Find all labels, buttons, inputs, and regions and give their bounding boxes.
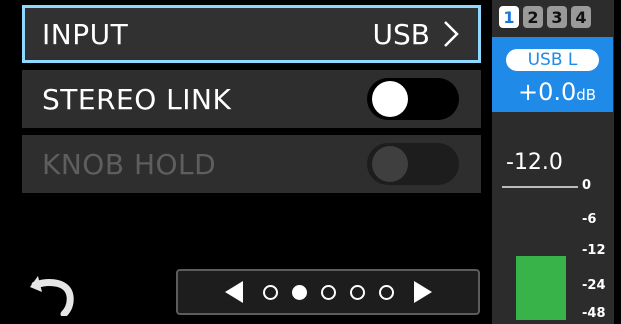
toggle-knob xyxy=(372,81,408,117)
page-dot xyxy=(349,284,365,300)
meter-tick-label: -24 xyxy=(582,278,606,293)
level-bar xyxy=(516,256,566,320)
input-row[interactable]: INPUT USB xyxy=(22,5,481,63)
knob-hold-row: KNOB HOLD xyxy=(22,135,481,193)
channel-button[interactable]: 4 xyxy=(571,6,591,28)
input-label: INPUT xyxy=(42,17,129,51)
page-dot xyxy=(262,284,278,300)
knob-hold-toggle xyxy=(367,143,459,185)
channel-meter-panel: 1234 USB L +0.0dB -12.0 0 -6 -12 -24 -48 xyxy=(492,0,614,324)
meter-tick-label: -12 xyxy=(582,243,606,258)
back-arrow-icon[interactable] xyxy=(28,270,80,316)
source-tag: USB L xyxy=(506,49,599,71)
channel-button[interactable]: 2 xyxy=(523,6,543,28)
meter-tick-label: -48 xyxy=(582,306,606,321)
page-dot xyxy=(378,284,394,300)
channel-info-box: USB L +0.0dB xyxy=(492,37,613,112)
input-value-group: USB xyxy=(373,8,460,60)
page-dot xyxy=(291,284,307,300)
page-dot xyxy=(320,284,336,300)
chevron-right-icon xyxy=(444,21,459,47)
stereo-link-row[interactable]: STEREO LINK xyxy=(22,70,481,128)
scale-line xyxy=(502,186,578,188)
gain-unit: dB xyxy=(576,86,597,104)
channel-button[interactable]: 1 xyxy=(499,6,519,28)
stereo-link-toggle[interactable] xyxy=(367,78,459,120)
gain-value: +0.0 xyxy=(518,78,577,106)
meter-tick-label: 0 xyxy=(582,178,592,193)
page-indicator xyxy=(262,284,394,300)
level-readout: -12.0 xyxy=(506,150,563,175)
meter-tick-label: -6 xyxy=(582,212,597,227)
gain-readout: +0.0dB xyxy=(518,78,596,106)
next-page-icon[interactable] xyxy=(412,279,434,305)
input-value: USB xyxy=(372,17,430,51)
previous-page-icon[interactable] xyxy=(223,279,245,305)
channel-button[interactable]: 3 xyxy=(547,6,567,28)
stereo-link-label: STEREO LINK xyxy=(42,82,232,116)
page-navigator xyxy=(176,269,480,315)
channel-selector: 1234 xyxy=(499,6,591,28)
toggle-knob xyxy=(372,146,408,182)
knob-hold-label: KNOB HOLD xyxy=(42,147,217,181)
